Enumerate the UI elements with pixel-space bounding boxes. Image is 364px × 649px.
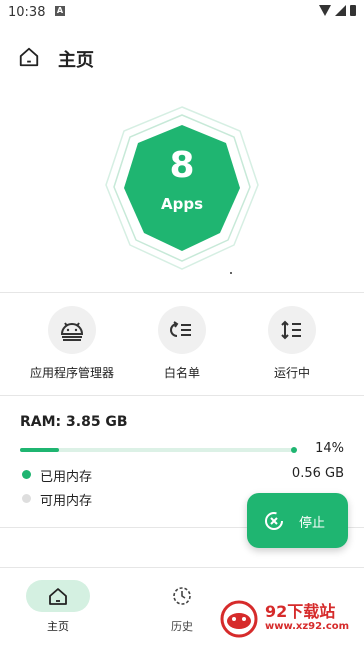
wifi-icon [319,5,331,16]
watermark: 92下载站 www.xz92.com [215,595,364,645]
action-label: 运行中 [273,366,310,380]
apps-count: 8 [169,145,195,186]
home-icon [49,588,67,605]
android-icon [48,306,96,354]
status-time: 10:38 [8,5,46,20]
whitelist-button[interactable]: 白名单 [127,306,237,381]
watermark-url: www.xz92.com [265,621,350,632]
action-label: 应用程序管理器 [29,366,114,380]
app-manager-button[interactable]: 应用程序管理器 [17,306,127,381]
signal-icon [335,5,346,16]
notification-icon: A [55,6,65,16]
page-title: 主页 [58,50,94,71]
ram-title: RAM: 3.85 GB [20,414,128,430]
stop-icon [265,512,283,530]
watermark-logo [220,600,258,638]
divider [0,292,364,293]
nav-home[interactable]: 主页 [18,580,98,634]
history-icon [173,587,191,605]
apps-label: Apps [160,195,203,213]
nav-history[interactable]: 历史 [142,580,222,634]
stop-label: 停止 [299,516,326,531]
nav-active-indicator [26,580,90,612]
home-icon[interactable] [18,46,40,68]
ram-progress-bar [20,447,297,453]
apps-summary[interactable]: 8 Apps [0,105,364,285]
nav-label: 历史 [171,620,193,633]
action-label: 白名单 [163,366,200,380]
whitelist-icon [158,306,206,354]
available-legend-dot [22,494,31,503]
quick-actions: 应用程序管理器 白名单 运行中 [0,306,364,386]
used-memory-value: 0.56 GB [291,466,344,481]
available-memory-label: 可用内存 [40,494,93,509]
sort-icon [268,306,316,354]
running-button[interactable]: 运行中 [237,306,347,381]
battery-icon [350,5,356,16]
ram-progress-fill [20,448,59,452]
used-memory-label: 已用内存 [40,470,93,485]
nav-item-icon-wrap [150,580,214,612]
divider [0,395,364,396]
status-icons [319,5,356,16]
status-bar: 10:38 A [0,0,364,26]
app-bar: 主页 [0,38,364,78]
watermark-title: 92下载站 [265,602,336,621]
nav-label: 主页 [47,620,69,633]
stop-button[interactable]: 停止 [247,493,348,548]
ram-progress-end [291,447,297,453]
used-legend-dot [22,470,31,479]
ram-percent: 14% [315,441,344,456]
ram-panel: RAM: 3.85 GB 14% 已用内存 0.56 GB 可用内存 [20,414,344,509]
